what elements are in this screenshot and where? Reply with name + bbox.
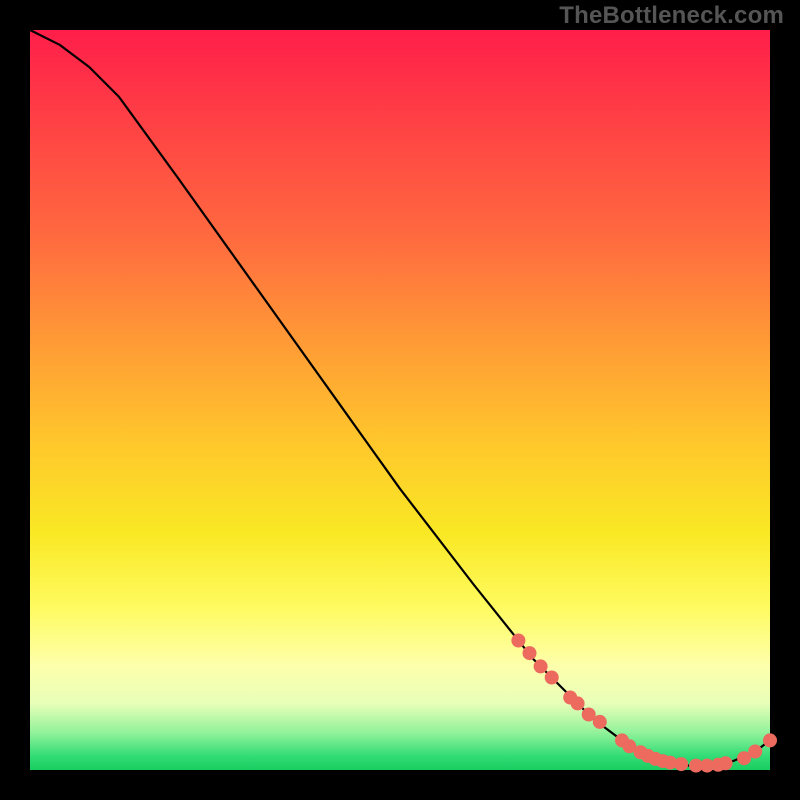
watermark-text: TheBottleneck.com [559,2,784,30]
marker-dot [593,715,607,729]
marker-dot [571,696,585,710]
marker-dot [545,671,559,685]
marker-dot [748,745,762,759]
chart-frame: TheBottleneck.com [0,0,800,800]
marker-dot [511,634,525,648]
marker-dot [719,756,733,770]
marker-dot [674,757,688,771]
marker-layer [511,634,777,773]
plot-background-gradient [30,30,770,770]
plot-svg [30,30,770,770]
marker-dot [763,733,777,747]
marker-dot [534,659,548,673]
marker-dot [523,646,537,660]
bottleneck-curve [30,30,770,766]
